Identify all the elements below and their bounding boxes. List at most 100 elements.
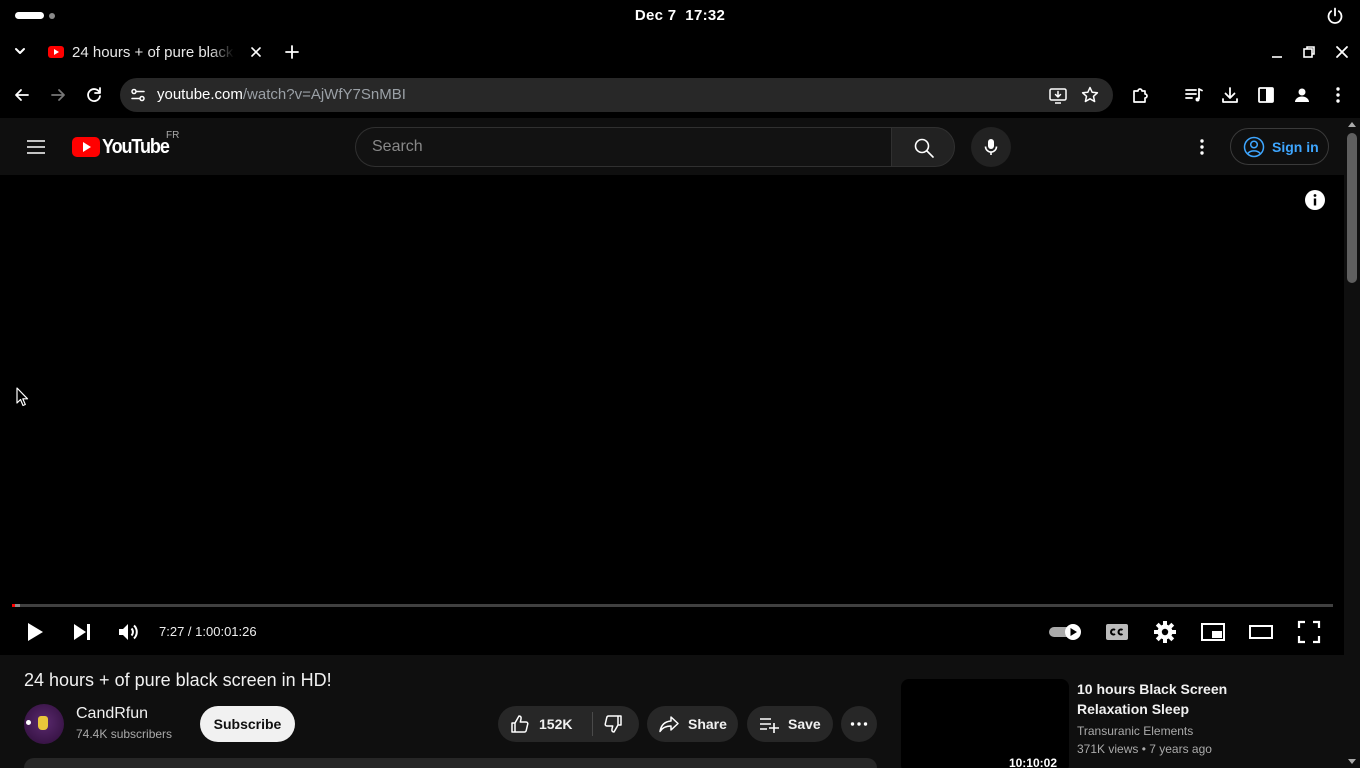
like-dislike-group: 152K: [498, 706, 639, 742]
miniplayer-icon[interactable]: [1199, 618, 1227, 646]
theater-mode-icon[interactable]: [1247, 618, 1275, 646]
time-display: 7:27 / 1:00:01:26: [159, 624, 257, 639]
reload-icon[interactable]: [83, 84, 105, 106]
sign-in-label: Sign in: [1272, 138, 1319, 155]
voice-search-button[interactable]: [971, 127, 1011, 167]
side-panel-icon[interactable]: [1255, 84, 1277, 106]
thumbs-up-icon: [511, 715, 529, 733]
browser-toolbar: youtube.com/watch?v=AjWfY7SnMBI: [0, 72, 1360, 118]
extensions-puzzle-icon[interactable]: [1130, 84, 1152, 106]
url-host: youtube.com: [157, 86, 243, 103]
mouse-cursor-icon: [16, 387, 30, 407]
youtube-watch-page: YouTube FR Sign in: [0, 118, 1344, 768]
bookmark-star-icon[interactable]: [1080, 85, 1100, 105]
video-title: 24 hours + of pure black screen in HD!: [24, 670, 332, 690]
info-icon[interactable]: [1304, 189, 1326, 211]
address-bar[interactable]: youtube.com/watch?v=AjWfY7SnMBI: [120, 78, 1113, 112]
avatar-dot: [26, 720, 31, 725]
share-button[interactable]: Share: [647, 706, 738, 742]
save-label: Save: [788, 716, 821, 732]
scroll-up-arrow-icon[interactable]: [1348, 122, 1356, 127]
tab-search-chevron-icon[interactable]: [11, 42, 29, 60]
youtube-masthead: YouTube FR Sign in: [0, 118, 1344, 175]
fullscreen-icon[interactable]: [1295, 618, 1323, 646]
like-button[interactable]: 152K: [498, 706, 592, 742]
youtube-play-logo-icon: [72, 137, 100, 157]
subscriber-count: 74.4K subscribers: [76, 727, 173, 741]
autoplay-toggle[interactable]: [1047, 618, 1085, 646]
sign-in-button[interactable]: Sign in: [1230, 128, 1329, 165]
settings-kebab-icon[interactable]: [1190, 135, 1214, 159]
volume-icon[interactable]: [115, 618, 143, 646]
more-actions-button[interactable]: [841, 706, 877, 742]
search-icon: [914, 138, 934, 158]
search-input[interactable]: [372, 128, 872, 166]
url-text[interactable]: youtube.com/watch?v=AjWfY7SnMBI: [157, 86, 406, 103]
workspace-indicator-active[interactable]: [15, 12, 44, 19]
avatar-figure: [38, 716, 48, 730]
subscribe-button[interactable]: Subscribe: [200, 706, 295, 742]
downloads-icon[interactable]: [1219, 84, 1241, 106]
browser-tab-active[interactable]: 24 hours + of pure black screen in HD! -…: [40, 34, 272, 70]
recommendation-duration: 10:10:02: [1004, 755, 1061, 768]
description-box[interactable]: [24, 758, 877, 768]
tab-title: 24 hours + of pure black screen in HD! -…: [72, 43, 234, 61]
recommendation-meta: 371K views • 7 years ago: [1077, 742, 1212, 756]
back-arrow-icon[interactable]: [11, 84, 33, 106]
search-button[interactable]: [891, 127, 955, 167]
recommendation-channel[interactable]: Transuranic Elements: [1077, 724, 1193, 738]
youtube-logo[interactable]: YouTube: [72, 135, 176, 158]
profile-avatar-icon[interactable]: [1291, 84, 1313, 106]
scroll-down-arrow-icon[interactable]: [1348, 759, 1356, 764]
share-label: Share: [688, 716, 727, 732]
country-code: FR: [166, 130, 180, 141]
settings-gear-icon[interactable]: [1151, 618, 1179, 646]
play-icon[interactable]: [21, 618, 49, 646]
time-separator: /: [184, 624, 196, 639]
recommendation-thumbnail[interactable]: 10:10:02: [901, 679, 1069, 768]
media-controls-icon[interactable]: [1183, 84, 1205, 106]
recommendation-views: 371K views: [1077, 742, 1139, 756]
recommendation-title[interactable]: 10 hours Black Screen Relaxation Sleep: [1077, 679, 1277, 719]
clock-date[interactable]: Dec 7: [635, 7, 677, 24]
time-total: 1:00:01:26: [195, 624, 257, 639]
scrollbar-thumb[interactable]: [1347, 133, 1357, 283]
save-button[interactable]: Save: [747, 706, 833, 742]
tab-close-icon[interactable]: [248, 44, 264, 60]
dislike-button[interactable]: [593, 706, 639, 742]
thumbs-down-icon: [604, 715, 622, 733]
workspace-indicator[interactable]: [49, 13, 55, 19]
url-path: /watch?v=AjWfY7SnMBI: [242, 86, 406, 103]
like-count: 152K: [539, 716, 573, 732]
share-arrow-icon: [659, 716, 679, 733]
browser-tab-strip: 24 hours + of pure black screen in HD! -…: [0, 32, 1360, 72]
clock-time[interactable]: 17:32: [685, 7, 725, 24]
system-clock: Dec 7 17:32: [0, 7, 1360, 24]
closed-captions-icon[interactable]: [1103, 618, 1131, 646]
recommendation-age: 7 years ago: [1149, 742, 1212, 756]
install-app-icon[interactable]: [1048, 85, 1068, 105]
restore-window-icon[interactable]: [1300, 43, 1318, 61]
youtube-favicon-icon: [48, 46, 64, 58]
microphone-icon: [984, 139, 998, 155]
more-horizontal-icon: [850, 722, 868, 726]
youtube-wordmark: YouTube: [102, 135, 170, 158]
minimize-window-icon[interactable]: [1268, 44, 1286, 62]
next-video-icon[interactable]: [68, 618, 96, 646]
hamburger-menu-icon[interactable]: [24, 135, 48, 159]
channel-name[interactable]: CandRfun: [76, 705, 148, 723]
channel-avatar[interactable]: [24, 704, 64, 744]
close-window-icon[interactable]: [1333, 43, 1351, 61]
browser-menu-kebab-icon[interactable]: [1327, 84, 1349, 106]
progress-played: [12, 604, 15, 607]
os-top-bar: Dec 7 17:32: [0, 0, 1360, 32]
forward-arrow-icon[interactable]: [47, 84, 69, 106]
search-box[interactable]: [355, 127, 892, 167]
site-info-tune-icon[interactable]: [128, 85, 148, 105]
video-player[interactable]: 7:27 / 1:00:01:26: [0, 175, 1344, 655]
page-scrollbar[interactable]: [1344, 118, 1360, 768]
time-current: 7:27: [159, 624, 185, 639]
power-icon[interactable]: [1325, 6, 1345, 26]
progress-bar[interactable]: [12, 604, 1333, 607]
new-tab-plus-icon[interactable]: [283, 43, 301, 61]
